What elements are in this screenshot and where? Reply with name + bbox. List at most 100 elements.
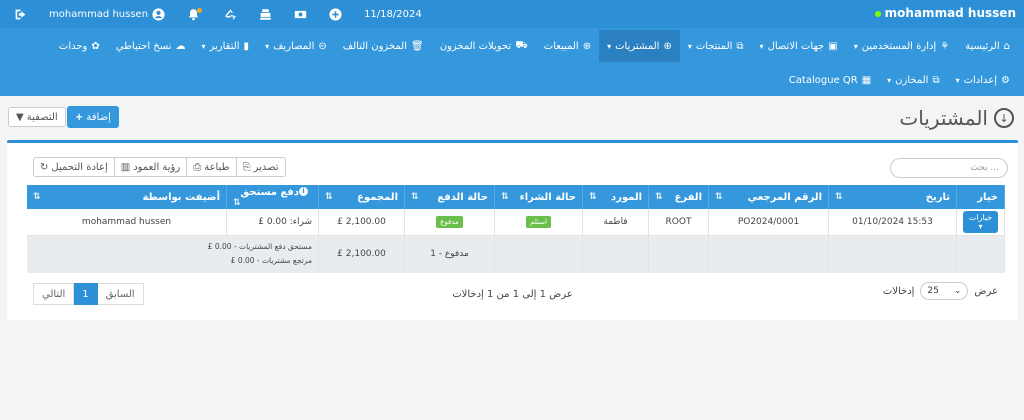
prev-page-button[interactable]: السابق <box>97 283 144 305</box>
add-circle-icon[interactable] <box>329 7 342 21</box>
sort-icon: ⇅ <box>411 191 419 202</box>
nav-label: تحويلات المخزون <box>439 40 512 52</box>
notification-dot <box>197 7 203 13</box>
reload-button[interactable]: ↻ إعادة التحميل <box>33 157 115 177</box>
nav-item-row2-1[interactable]: ⧉ المخازن ▾ <box>879 64 947 96</box>
purchases-table: خيار تاريخ ⇅ الرقم المرجعي ⇅ الفرع ⇅ المورد… <box>27 185 1005 273</box>
payment-status-badge[interactable]: مدفوع <box>436 215 463 228</box>
nav-icon: ⊕ <box>582 40 592 52</box>
nav-item-row1-11[interactable]: ✿ وحدات <box>51 30 108 62</box>
footer-purchase-returns: مرتجع مشتريات - 0.00 £ <box>230 256 312 266</box>
col-added-by[interactable]: أضيفت بواسطة ⇅ <box>27 185 227 209</box>
nav-label: إعدادات <box>963 74 998 86</box>
print-button[interactable]: ⎙ طباعة <box>187 157 237 177</box>
filter-button[interactable]: ▼ التصفية <box>8 107 66 127</box>
footer-paid-count: مدفوع - 1 <box>404 235 495 273</box>
columns-icon: ▥ <box>120 161 131 173</box>
nav-item-row1-4[interactable]: ⊕ المشتريات ▾ <box>599 30 680 62</box>
nav-icon: ⧉ <box>932 74 940 86</box>
col-date[interactable]: تاريخ ⇅ <box>828 185 957 209</box>
table-info: عرض 1 إلى 1 من 1 إدخالات <box>452 289 573 300</box>
sort-icon: ⇅ <box>233 197 241 208</box>
nav-item-row1-6[interactable]: ⛟ تحويلات المخزون <box>432 30 536 62</box>
logout-icon[interactable] <box>14 8 27 21</box>
brand-name: mohammad hussen <box>874 6 1016 20</box>
nav-row-2: ⚙ إعدادات ▾ ⧉ المخازن ▾ ▦ Catalogue QR <box>781 64 1018 96</box>
nav-item-row1-3[interactable]: ⧉ المنتجات ▾ <box>680 30 752 62</box>
page-1-button[interactable]: 1 <box>74 283 98 305</box>
export-button[interactable]: ⎘ تصدير <box>236 157 286 177</box>
sort-icon: ⇅ <box>715 191 723 202</box>
purchase-status-badge: استلم <box>526 215 551 228</box>
plus-icon: + <box>75 111 84 123</box>
nav-label: المخازن <box>895 74 929 86</box>
nav-item-row1-1[interactable]: ⚘ إدارة المستخدمين ▾ <box>846 30 957 62</box>
page-header: ↓ المشتريات + إضافة ▼ التصفية <box>0 104 1024 134</box>
nav-icon: ▣ <box>828 40 838 52</box>
current-date: 11/18/2024 <box>364 8 422 20</box>
cell-ref: PO2024/0001 <box>708 209 829 236</box>
nav-label: وحدات <box>58 40 88 52</box>
money-icon[interactable] <box>294 8 307 21</box>
search-input[interactable]: بحث ... <box>890 158 1008 178</box>
recycle-icon[interactable] <box>224 8 237 21</box>
cell-total: 2,100.00 £ <box>318 209 405 236</box>
user-menu[interactable]: mohammad hussen <box>49 7 165 21</box>
cell-date: 15:53 01/10/2024 <box>828 209 957 236</box>
nav-label: جهات الاتصال <box>767 40 825 52</box>
nav-icon: ⛟ <box>515 39 528 51</box>
footer-due-purchases: مستحق دفع المشتريات - 0.00 £ <box>207 242 312 252</box>
footer-total: 2,100.00 £ <box>318 235 405 273</box>
sort-icon: ⇅ <box>325 191 333 202</box>
nav-label: التقارير <box>209 40 240 52</box>
next-page-button[interactable]: التالي <box>33 283 75 305</box>
caret-down-icon: ▾ <box>687 41 692 51</box>
sort-icon: ⇅ <box>835 191 843 202</box>
nav-item-row1-0[interactable]: ⌂ الرئيسية <box>957 30 1018 62</box>
refresh-icon: ↻ <box>40 161 49 173</box>
nav-label: المخزون التالف <box>342 40 407 52</box>
nav-label: إدارة المستخدمين <box>861 40 937 52</box>
sort-icon: ⇅ <box>589 191 597 202</box>
col-total[interactable]: المجموع ⇅ <box>318 185 405 209</box>
file-export-icon: ⎘ <box>242 161 251 173</box>
caret-down-icon: ▾ <box>955 75 960 85</box>
nav-item-row2-0[interactable]: ⚙ إعدادات ▾ <box>948 64 1018 96</box>
download-circle-icon: ↓ <box>994 108 1014 128</box>
pagination: التالي 1 السابق <box>33 283 144 305</box>
col-payment-status[interactable]: حالة الدفع ⇅ <box>404 185 495 209</box>
actions-dropdown-button[interactable]: خيارات ▾ <box>963 210 998 233</box>
cell-added-by: mohammad hussen <box>27 209 227 236</box>
online-status-dot <box>874 10 881 17</box>
nav-item-row1-2[interactable]: ▣ جهات الاتصال ▾ <box>752 30 846 62</box>
nav-item-row1-9[interactable]: ▮ التقارير ▾ <box>193 30 257 62</box>
user-icon <box>152 7 165 21</box>
col-branch[interactable]: الفرع ⇅ <box>648 185 709 209</box>
sort-icon: ⇅ <box>655 191 663 202</box>
nav-item-row2-2[interactable]: ▦ Catalogue QR <box>781 64 879 96</box>
nav-item-row1-8[interactable]: ⊖ المصاريف ▾ <box>257 30 335 62</box>
nav-icon: 🗑 <box>410 40 424 52</box>
caret-down-icon: ▾ <box>201 41 206 51</box>
col-status[interactable]: حالة الشراء ⇅ <box>494 185 583 209</box>
table-row: خيارات ▾ 15:53 01/10/2024 PO2024/0001 RO… <box>27 209 1005 236</box>
col-supplier[interactable]: المورد ⇅ <box>582 185 649 209</box>
notifications-icon[interactable] <box>187 7 203 21</box>
caret-down-icon: ▾ <box>607 41 612 51</box>
nav-label: المبيعات <box>543 40 579 52</box>
col-due[interactable]: iدفع مستحق ⇅ <box>226 185 319 209</box>
nav-item-row1-10[interactable]: ☁ نسخ احتياطي <box>108 30 194 62</box>
col-ref[interactable]: الرقم المرجعي ⇅ <box>708 185 829 209</box>
nav-icon: ▮ <box>243 40 250 52</box>
nav-item-row1-5[interactable]: ⊕ المبيعات <box>536 30 599 62</box>
user-name: mohammad hussen <box>49 8 149 20</box>
purchases-card: ↻ إعادة التحميل ▥ رؤية العمود ⎙ طباعة ⎘ تصدي… <box>7 140 1018 320</box>
nav-item-row1-7[interactable]: 🗑 المخزون التالف <box>335 30 432 62</box>
column-visibility-button[interactable]: ▥ رؤية العمود <box>114 157 188 177</box>
cash-register-icon[interactable] <box>259 8 272 21</box>
nav-label: المشتريات <box>615 40 660 52</box>
col-action[interactable]: خيار <box>956 185 1005 209</box>
nav-label: نسخ احتياطي <box>115 40 172 52</box>
add-button[interactable]: + إضافة <box>67 106 119 128</box>
table-header-row: خيار تاريخ ⇅ الرقم المرجعي ⇅ الفرع ⇅ المورد… <box>27 185 1005 209</box>
